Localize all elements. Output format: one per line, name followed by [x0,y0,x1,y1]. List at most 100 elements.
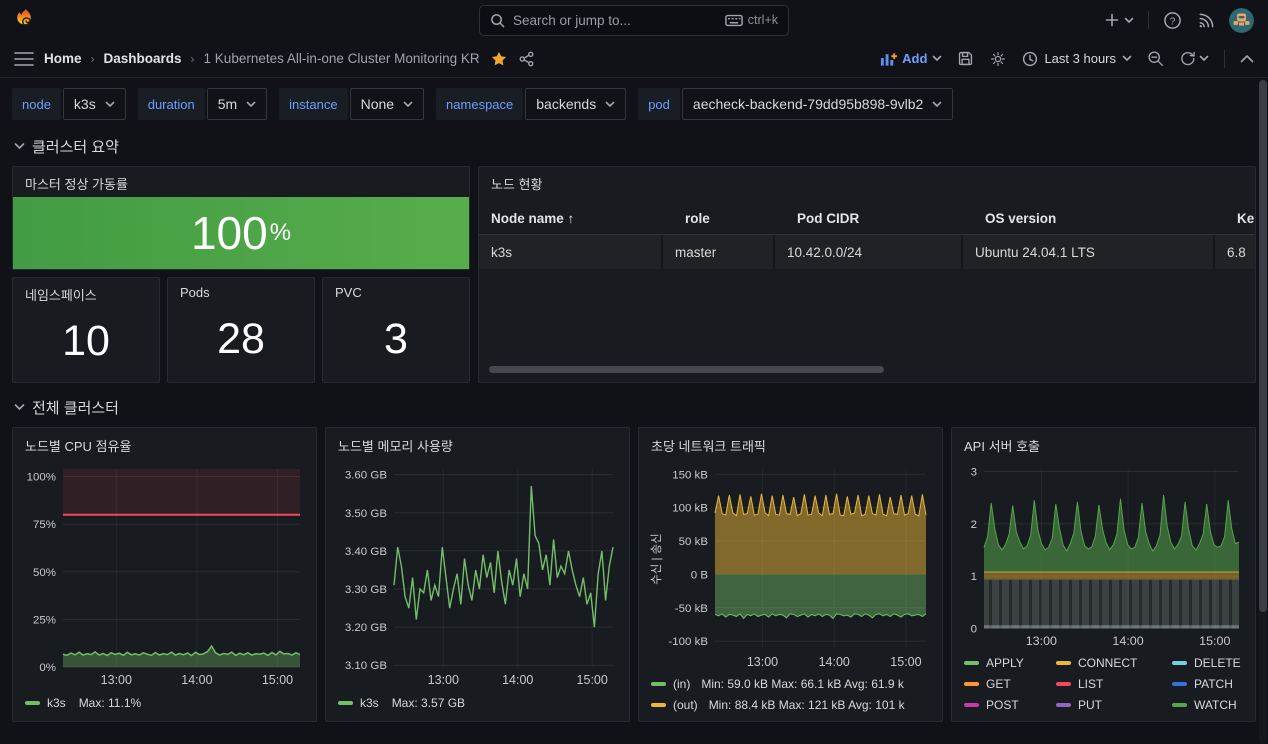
breadcrumb-separator: › [91,52,95,66]
variable-value-namespace[interactable]: backends [525,88,626,120]
legend-item-CONNECT[interactable]: CONNECT [1056,652,1172,673]
time-range-picker[interactable]: Last 3 hours [1022,51,1132,67]
legend-api: APPLYCONNECTDELETEGETLISTPATCHPOSTPUTWAT… [962,650,1245,715]
mega-menu-toggle[interactable] [14,51,34,67]
svg-text:?: ? [1170,16,1176,27]
legend-label: POST [986,698,1019,712]
dashboard-toolbar: Home › Dashboards › 1 Kubernetes All-in-… [0,40,1268,78]
svg-text:3.10 GB: 3.10 GB [345,660,388,672]
collapse-toolbar-button[interactable] [1240,54,1254,63]
table-cell: 10.42.0.0/24 [773,235,961,269]
legend-item-LIST[interactable]: LIST [1056,673,1172,694]
legend-label: PUT [1078,698,1102,712]
variable-selected-value: aecheck-backend-79dd95b898-9vlb2 [693,96,923,112]
variable-value-instance[interactable]: None [350,88,424,120]
row-header-whole-cluster[interactable]: 전체 클러스터 [14,393,1256,421]
legend-item-k3s[interactable]: k3sMax: 3.57 GB [338,691,617,715]
svg-text:3.30 GB: 3.30 GB [345,584,388,596]
gauge-value: 100 [191,210,268,256]
panel-title: 노드별 CPU 점유율 [23,428,306,461]
legend-color-chip [25,701,40,705]
zoom-out-icon [1147,50,1164,67]
variable-value-pod[interactable]: aecheck-backend-79dd95b898-9vlb2 [682,88,953,120]
page-scrollbar[interactable] [1259,80,1267,612]
dashboard-settings-button[interactable] [989,50,1007,68]
legend-item-PUT[interactable]: PUT [1056,694,1172,715]
variable-value-duration[interactable]: 5m [207,88,267,120]
user-avatar[interactable] [1229,8,1254,33]
chevron-down-icon [605,101,615,108]
grafana-app: Search or jump to... ctrl+k ? [0,0,1268,722]
legend-item-GET[interactable]: GET [964,673,1056,694]
breadcrumb-dashboards[interactable]: Dashboards [104,51,182,66]
svg-text:0: 0 [971,623,977,635]
legend-mem: k3sMax: 3.57 GB [336,689,619,715]
svg-text:3.40 GB: 3.40 GB [345,546,388,558]
table-horizontal-scrollbar[interactable] [489,366,884,373]
svg-text:50%: 50% [33,567,56,579]
add-panel-button[interactable]: Add [880,51,942,66]
legend-label: k3s [47,696,66,710]
svg-text:3: 3 [971,466,977,478]
grafana-logo-icon[interactable] [14,7,38,33]
legend-label: k3s [360,696,379,710]
legend-item-APPLY[interactable]: APPLY [964,652,1056,673]
news-button[interactable] [1196,11,1215,30]
legend-color-chip [964,682,979,686]
legend-net: (in)Min: 59.0 kB Max: 66.1 kB Avg: 61.9 … [649,671,932,715]
panel-mem: 노드별 메모리 사용량3.10 GB3.20 GB3.30 GB3.40 GB3… [325,427,630,722]
refresh-button[interactable] [1179,50,1209,67]
legend-item-(in)[interactable]: (in)Min: 59.0 kB Max: 66.1 kB Avg: 61.9 … [651,673,930,694]
zoom-out-time-button[interactable] [1147,50,1164,67]
chevron-down-icon [1124,17,1134,24]
table-row[interactable]: k3smaster10.42.0.0/24Ubuntu 24.04.1 LTS6… [479,235,1255,269]
save-icon [957,50,974,67]
column-header-Node name[interactable]: Node name ↑ [491,211,673,226]
legend-color-chip [651,682,666,686]
legend-color-chip [1172,682,1187,686]
stat-panels: 네임스페이스10Pods28PVC3 [12,277,470,383]
row-header-cluster-summary[interactable]: 클러스터 요약 [14,132,1256,160]
stat-value: 3 [323,304,469,382]
column-header-Ke[interactable]: Ke [1225,211,1256,226]
legend-label: WATCH [1194,698,1237,712]
charts-row: 노드별 CPU 점유율0%25%50%75%100%13:0014:0015:0… [12,427,1256,722]
legend-label: DELETE [1194,656,1241,670]
breadcrumb-home[interactable]: Home [44,51,82,66]
legend-color-chip [964,703,979,707]
save-dashboard-button[interactable] [957,50,974,67]
legend-item-PATCH[interactable]: PATCH [1172,673,1256,694]
column-header-Pod CIDR[interactable]: Pod CIDR [785,211,973,226]
variable-selected-value: 5m [218,96,237,112]
dashboard-title: 1 Kubernetes All-in-one Cluster Monitori… [204,51,480,66]
stat-value: 28 [168,304,314,382]
legend-item-POST[interactable]: POST [964,694,1056,715]
svg-text:3.20 GB: 3.20 GB [345,622,388,634]
legend-color-chip [1056,703,1071,707]
legend-item-k3s[interactable]: k3sMax: 11.1% [25,691,304,715]
svg-text:75%: 75% [33,519,56,531]
svg-text:50 kB: 50 kB [679,536,709,548]
column-header-role[interactable]: role [673,211,785,226]
new-button[interactable] [1104,12,1134,28]
panel-node-status: 노드 현황 Node name ↑rolePod CIDROS versionK… [478,166,1256,383]
svg-text:15:00: 15:00 [890,655,921,669]
legend-item-DELETE[interactable]: DELETE [1172,652,1256,673]
svg-text:25%: 25% [33,614,56,626]
legend-cpu: k3sMax: 11.1% [23,689,306,715]
table-cell: Ubuntu 24.04.1 LTS [961,235,1213,269]
help-button[interactable]: ? [1163,11,1182,30]
variable-value-node[interactable]: k3s [63,88,126,120]
favorite-button[interactable] [490,50,508,68]
legend-item-(out)[interactable]: (out)Min: 88.4 kB Max: 121 kB Avg: 101 k [651,694,930,715]
table-cell: k3s [479,235,661,269]
panel-title: 네임스페이스 [13,278,159,308]
panel-title: 마스터 정상 가동률 [13,167,469,197]
chevron-down-icon [1122,55,1132,62]
svg-text:2: 2 [971,519,977,531]
share-button[interactable] [518,50,535,68]
time-range-label: Last 3 hours [1044,51,1116,66]
legend-item-WATCH[interactable]: WATCH [1172,694,1256,715]
search-input[interactable]: Search or jump to... ctrl+k [479,5,789,36]
column-header-OS version[interactable]: OS version [973,211,1225,226]
